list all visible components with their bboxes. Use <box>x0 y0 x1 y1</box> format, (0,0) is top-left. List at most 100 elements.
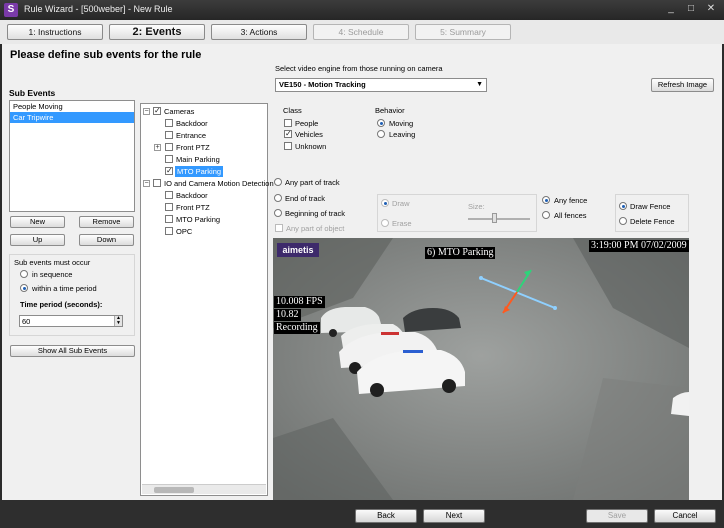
move-up-button[interactable]: Up <box>10 234 65 246</box>
behavior-moving-radio[interactable] <box>377 119 385 127</box>
tab-schedule: 4: Schedule <box>313 24 409 40</box>
size-slider-thumb <box>492 213 497 223</box>
cancel-button[interactable]: Cancel <box>654 509 716 523</box>
tree-node-io[interactable]: IO and Camera Motion Detection <box>164 178 274 189</box>
events-page: Please define sub events for the rule Su… <box>2 44 722 500</box>
draw-fence-radio[interactable] <box>619 202 627 210</box>
erase-radio <box>381 219 389 227</box>
draw-radio <box>381 199 389 207</box>
delete-fence-label: Delete Fence <box>630 217 675 226</box>
tree-node-io-item[interactable]: MTO Parking <box>176 214 220 225</box>
any-part-of-object-label: Any part of object <box>286 224 345 233</box>
remove-sub-event-button[interactable]: Remove <box>79 216 134 228</box>
expand-icon[interactable]: + <box>154 144 161 151</box>
any-fence-radio[interactable] <box>542 196 550 204</box>
any-fence-label: Any fence <box>554 196 588 205</box>
show-all-sub-events-button[interactable]: Show All Sub Events <box>10 345 135 357</box>
back-button[interactable]: Back <box>355 509 417 523</box>
radio-within-time-period[interactable] <box>20 284 28 292</box>
minimize-button[interactable]: _ <box>664 3 678 15</box>
app-icon: S <box>4 3 18 17</box>
io-item-checkbox[interactable] <box>165 203 173 211</box>
next-button[interactable]: Next <box>423 509 485 523</box>
tree-node-camera[interactable]: Entrance <box>176 130 206 141</box>
class-unknown-checkbox[interactable] <box>284 142 292 150</box>
tab-instructions[interactable]: 1: Instructions <box>7 24 103 40</box>
tree-node-io-item[interactable]: Front PTZ <box>176 202 210 213</box>
scroll-thumb[interactable] <box>154 487 194 493</box>
list-item[interactable]: Car Tripwire <box>10 112 134 123</box>
footer-bar: Back Next Save Cancel <box>0 500 724 528</box>
move-down-button[interactable]: Down <box>79 234 134 246</box>
camera-checkbox[interactable] <box>165 119 173 127</box>
page-title: Please define sub events for the rule <box>10 49 202 61</box>
beginning-of-track-radio[interactable] <box>274 209 282 217</box>
camera-tree[interactable]: − ✓ Cameras Backdoor Entrance + Front PT… <box>140 103 274 496</box>
class-unknown-label: Unknown <box>295 142 327 151</box>
cameras-checkbox[interactable]: ✓ <box>153 107 161 115</box>
io-item-checkbox[interactable] <box>165 191 173 199</box>
camera-checkbox[interactable] <box>165 143 173 151</box>
behavior-heading: Behavior <box>375 106 405 115</box>
behavior-moving-label: Moving <box>389 119 414 128</box>
behavior-leaving-radio[interactable] <box>377 130 385 138</box>
maximize-button[interactable]: □ <box>684 3 698 15</box>
all-fences-label: All fences <box>554 211 587 220</box>
class-people-checkbox[interactable] <box>284 119 292 127</box>
video-timestamp: 3:19:00 PM 07/02/2009 <box>589 240 689 252</box>
wizard-tabs: 1: Instructions 2: Events 3: Actions 4: … <box>0 20 724 44</box>
tree-node-camera[interactable]: Backdoor <box>176 118 208 129</box>
camera-checkbox[interactable] <box>165 155 173 163</box>
video-engine-dropdown[interactable]: VE150 - Motion Tracking ▼ <box>275 78 487 92</box>
camera-checkbox[interactable]: ✓ <box>165 167 173 175</box>
tree-node-camera[interactable]: Main Parking <box>176 154 220 165</box>
size-label: Size: <box>468 202 485 211</box>
io-item-checkbox[interactable] <box>165 227 173 235</box>
chevron-down-icon: ▼ <box>476 81 483 88</box>
any-part-of-object-checkbox <box>275 224 283 232</box>
refresh-image-button[interactable]: Refresh Image <box>651 78 714 92</box>
class-vehicles-label: Vehicles <box>295 130 323 139</box>
time-period-value: 60 <box>22 317 31 326</box>
video-status: Recording <box>274 322 320 334</box>
class-vehicles-checkbox[interactable]: ✓ <box>284 130 292 138</box>
tree-node-io-item[interactable]: OPC <box>176 226 192 237</box>
camera-video-view[interactable]: aimetis 6) MTO Parking 3:19:00 PM 07/02/… <box>273 238 689 500</box>
io-item-checkbox[interactable] <box>165 215 173 223</box>
engine-select-label: Select video engine from those running o… <box>275 64 443 73</box>
video-camera-name: 6) MTO Parking <box>425 247 496 259</box>
collapse-icon[interactable]: − <box>143 108 150 115</box>
collapse-icon[interactable]: − <box>143 180 150 187</box>
video-value: 10.82 <box>274 309 301 321</box>
aimetis-logo: aimetis <box>277 243 319 257</box>
tab-actions[interactable]: 3: Actions <box>211 24 307 40</box>
any-part-of-track-radio[interactable] <box>274 178 282 186</box>
close-button[interactable]: ✕ <box>704 3 718 15</box>
time-period-input[interactable]: 60 ▲ ▼ <box>19 315 123 327</box>
all-fences-radio[interactable] <box>542 211 550 219</box>
radio-in-sequence[interactable] <box>20 270 28 278</box>
time-period-label: Time period (seconds): <box>20 300 103 309</box>
tree-node-camera[interactable]: Front PTZ <box>176 142 210 153</box>
occur-label: Sub events must occur <box>14 258 91 267</box>
tree-horizontal-scrollbar[interactable] <box>142 484 266 494</box>
io-checkbox[interactable] <box>153 179 161 187</box>
tab-events[interactable]: 2: Events <box>109 24 205 40</box>
end-of-track-radio[interactable] <box>274 194 282 202</box>
within-time-period-label: within a time period <box>32 284 97 293</box>
new-sub-event-button[interactable]: New <box>10 216 65 228</box>
spin-arrows-icon[interactable]: ▲ ▼ <box>114 316 122 326</box>
tree-node-io-item[interactable]: Backdoor <box>176 190 208 201</box>
camera-checkbox[interactable] <box>165 131 173 139</box>
list-item[interactable]: People Moving <box>10 101 134 112</box>
tree-node-camera-selected[interactable]: MTO Parking <box>175 166 224 177</box>
behavior-leaving-label: Leaving <box>389 130 416 139</box>
video-engine-value: VE150 - Motion Tracking <box>279 80 366 89</box>
sub-events-list[interactable]: People Moving Car Tripwire <box>9 100 135 212</box>
draw-fence-label: Draw Fence <box>630 202 671 211</box>
tab-summary: 5: Summary <box>415 24 511 40</box>
size-slider-track <box>468 218 530 220</box>
delete-fence-radio[interactable] <box>619 217 627 225</box>
erase-label: Erase <box>392 219 412 228</box>
tree-node-cameras[interactable]: Cameras <box>164 106 194 117</box>
